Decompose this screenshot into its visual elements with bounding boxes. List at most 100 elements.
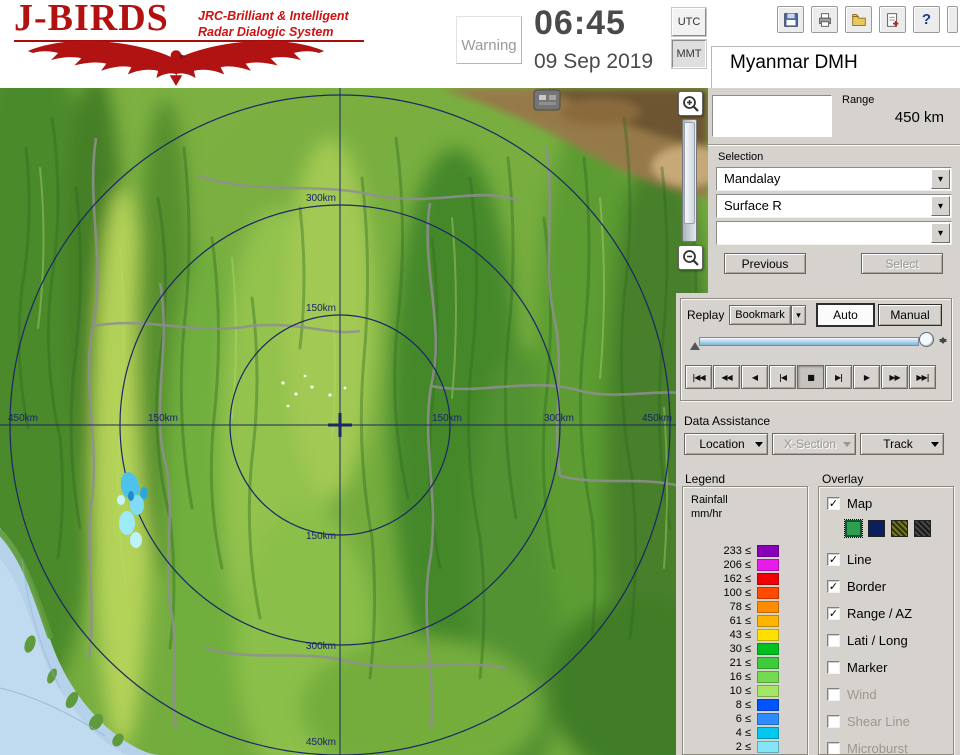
timeline-slider[interactable] (699, 337, 919, 346)
map-tool-icon (533, 89, 561, 111)
range-ring-label: 150km (148, 413, 178, 424)
bookmark-dropdown-button[interactable]: ▾ (791, 305, 806, 325)
radar-map-canvas[interactable]: 300km 150km 150km 300km 450km 450km 150km 150km… (0, 88, 708, 755)
map-style-green[interactable] (844, 519, 863, 538)
play-button[interactable]: ▶ (853, 365, 880, 389)
save-button[interactable] (777, 6, 804, 33)
range-display-box (712, 95, 832, 137)
clock-date: 09 Sep 2019 (534, 50, 654, 73)
legend-value: 2 ≤ (735, 741, 751, 753)
legend-entry: 16 ≤ (683, 670, 807, 684)
legend-color-swatch (757, 573, 779, 585)
range-value: 450 km (894, 109, 944, 126)
timezone-toggle: UTC MMT (671, 7, 708, 72)
legend-color-swatch (757, 685, 779, 697)
zoom-in-button[interactable] (678, 91, 703, 116)
legend-entry: 233 ≤ (683, 544, 807, 558)
header-divider-vertical (711, 46, 712, 88)
legend-value: 78 ≤ (729, 601, 751, 613)
legend-value: 162 ≤ (723, 573, 751, 585)
legend-group: Rainfall mm/hr 233 ≤ 206 ≤ 162 ≤ 100 ≤ 78 ≤ 6… (682, 486, 808, 755)
overlay-item-marker: Marker (827, 657, 953, 677)
station-title: Myanmar DMH (730, 52, 858, 73)
timeline-thumb[interactable] (919, 332, 934, 347)
selection-combo-1[interactable]: Mandalay ▾ (716, 167, 952, 191)
button-label: Track (883, 437, 913, 451)
overlay-item-border: ✓ Border (827, 576, 953, 596)
timezone-button-utc[interactable]: UTC (671, 7, 707, 37)
legend-color-swatch (757, 643, 779, 655)
auto-mode-button[interactable]: Auto (817, 304, 874, 326)
header-divider-horizontal (712, 46, 960, 47)
range-ring-label: 450km (8, 413, 38, 424)
map-style-dark[interactable] (914, 520, 931, 537)
zoom-slider[interactable] (682, 119, 697, 242)
stop-button[interactable]: ■ (797, 365, 824, 389)
button-label: X-Section (783, 437, 837, 451)
previous-button[interactable]: Previous (724, 253, 806, 274)
bookmark-button[interactable]: Bookmark (729, 305, 791, 325)
overlay-item-lati-long: Lati / Long (827, 630, 953, 650)
timezone-button-mmt[interactable]: MMT (671, 39, 707, 69)
fast-rewind-button[interactable]: ◀◀ (713, 365, 740, 389)
map-style-navy[interactable] (868, 520, 885, 537)
manual-mode-button[interactable]: Manual (878, 304, 942, 326)
map-style-olive[interactable] (891, 520, 908, 537)
checkbox-range-az[interactable]: ✓ (827, 606, 840, 620)
play-reverse-button[interactable]: ◀ (741, 365, 768, 389)
dropdown-arrow-icon (931, 442, 939, 451)
range-ring-label: 300km (544, 413, 574, 424)
help-icon: ? (921, 11, 932, 28)
legend-unit-line2: mm/hr (691, 508, 723, 520)
fast-forward-button[interactable]: ▶▶ (881, 365, 908, 389)
legend-value: 16 ≤ (729, 671, 751, 683)
j-birds-app: J-BIRDS JRC-Brilliant & Intelligent Rada… (0, 0, 960, 755)
checkbox-border[interactable]: ✓ (827, 579, 840, 593)
selection-combo-3[interactable]: ▾ (716, 221, 952, 245)
warning-button[interactable]: Warning (456, 16, 522, 64)
overlay-item-line: ✓ Line (827, 549, 953, 569)
skip-to-end-button[interactable]: ▶▶| (909, 365, 936, 389)
step-back-button[interactable]: |◀ (769, 365, 796, 389)
checkbox-microburst[interactable] (827, 741, 840, 754)
chevron-down-icon[interactable]: ▾ (931, 169, 950, 189)
checkbox-map[interactable]: ✓ (827, 496, 840, 510)
step-forward-button[interactable]: ▶| (825, 365, 852, 389)
checkbox-lati-long[interactable] (827, 633, 840, 647)
chevron-down-icon[interactable]: ▾ (931, 196, 950, 216)
overlay-item-label: Border (847, 578, 887, 594)
cropped-toolbar-button[interactable] (947, 6, 958, 33)
timeline-spinner-arrows-icon[interactable] (938, 333, 948, 348)
zoom-out-button[interactable] (678, 245, 703, 270)
checkbox-line[interactable]: ✓ (827, 552, 840, 566)
overlay-item-label: Line (847, 551, 872, 567)
data-assistance-track-button[interactable]: Track (860, 433, 944, 455)
open-folder-button[interactable] (845, 6, 872, 33)
legend-entry: 43 ≤ (683, 628, 807, 642)
data-assistance-location-button[interactable]: Location (684, 433, 768, 455)
help-button[interactable]: ? (913, 6, 940, 33)
checkbox-wind[interactable] (827, 687, 840, 701)
select-button[interactable]: Select (861, 253, 943, 274)
radar-map-display[interactable]: 300km 150km 150km 300km 450km 450km 150km 150km… (0, 88, 708, 755)
legend-label: Legend (685, 472, 726, 486)
legend-color-swatch (757, 713, 779, 725)
open-folder-icon (851, 13, 866, 26)
overlay-item-label: Lati / Long (847, 632, 908, 648)
chevron-down-icon[interactable]: ▾ (931, 223, 950, 243)
header: J-BIRDS JRC-Brilliant & Intelligent Rada… (0, 0, 960, 88)
legend-entry: 162 ≤ (683, 572, 807, 586)
new-report-button[interactable] (879, 6, 906, 33)
selection-combos: Mandalay ▾ Surface R ▾ ▾ (716, 167, 952, 248)
magnifier-minus-icon (682, 249, 699, 266)
skip-to-start-button[interactable]: |◀◀ (685, 365, 712, 389)
checkbox-shear-line[interactable] (827, 714, 840, 728)
print-button[interactable] (811, 6, 838, 33)
legend-color-swatch (757, 741, 779, 753)
overlay-item-range-az: ✓ Range / AZ (827, 603, 953, 623)
zoom-slider-thumb[interactable] (684, 122, 695, 224)
data-assistance-x-section-button[interactable]: X-Section (772, 433, 856, 455)
map-style-swatches (844, 519, 953, 538)
checkbox-marker[interactable] (827, 660, 840, 674)
selection-combo-2[interactable]: Surface R ▾ (716, 194, 952, 218)
